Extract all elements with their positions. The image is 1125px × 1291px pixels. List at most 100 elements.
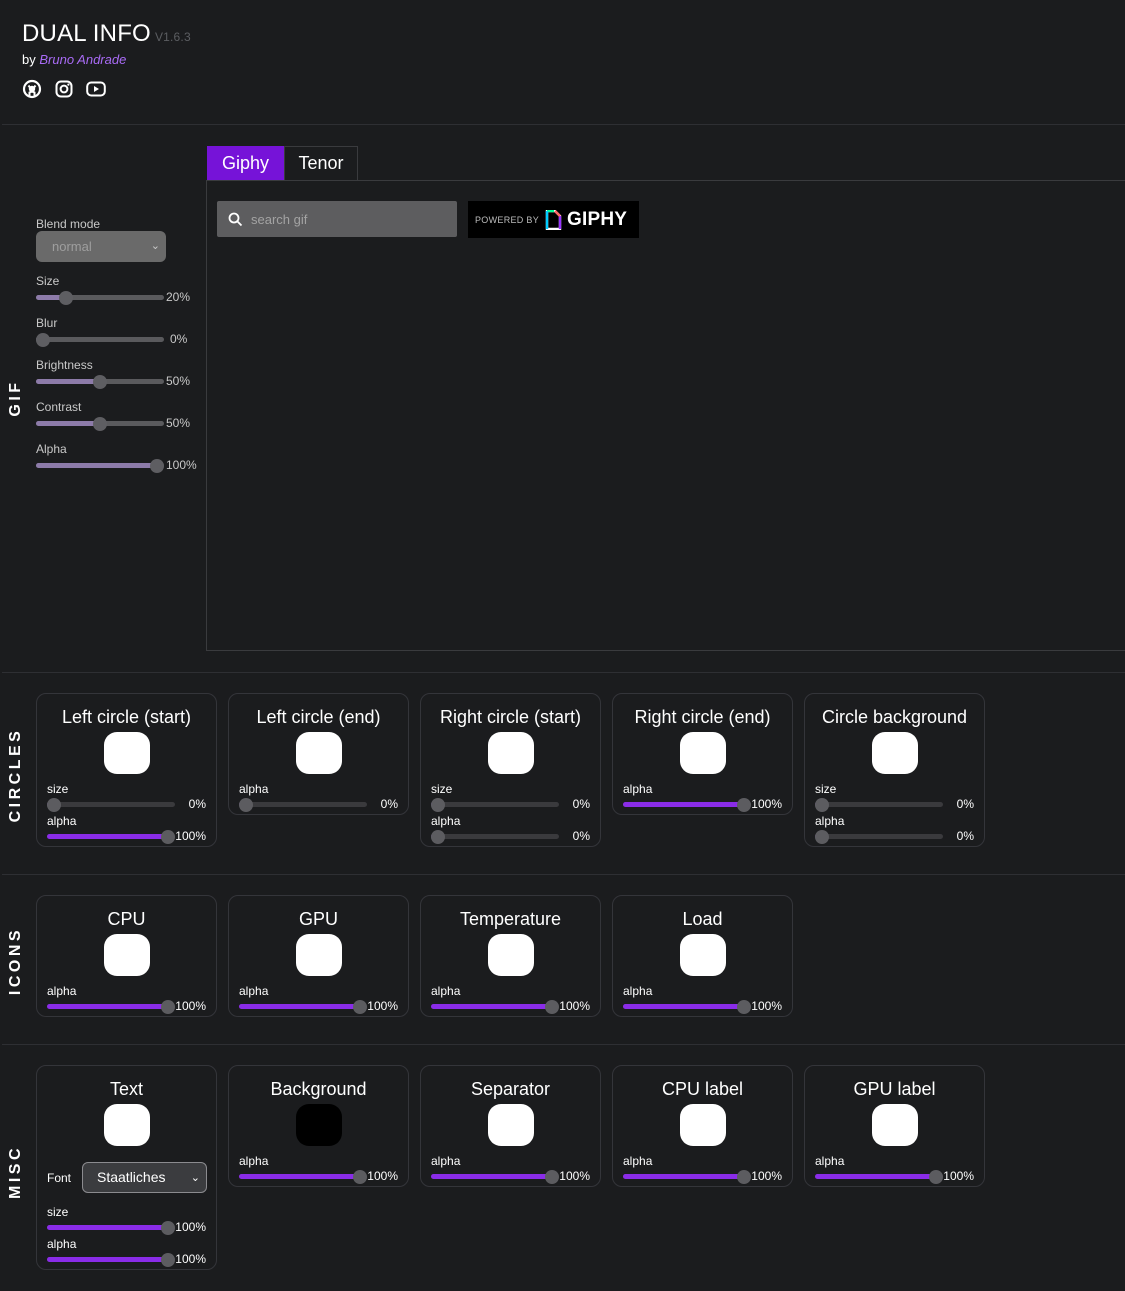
gif-alpha-slider[interactable]: [36, 459, 164, 473]
load-color-swatch[interactable]: [680, 934, 726, 976]
section-label-icons: ICONS: [7, 926, 24, 996]
cpu-label-alpha-slider[interactable]: [623, 1170, 751, 1184]
circle-background-color-swatch[interactable]: [872, 732, 918, 774]
slider-thumb[interactable]: [239, 798, 253, 812]
right-circle-end-alpha-slider[interactable]: [623, 798, 751, 812]
left-circle-start-size-label: size: [47, 782, 69, 796]
gif-brightness-slider[interactable]: [36, 375, 164, 389]
separator-title: Separator: [470, 1079, 551, 1099]
right-circle-start-size-slider[interactable]: [431, 798, 559, 812]
left-circle-start-alpha-slider[interactable]: [47, 830, 175, 844]
right-circle-end-color-swatch[interactable]: [680, 732, 726, 774]
right-circle-start-color-swatch[interactable]: [488, 732, 534, 774]
text-alpha-value: 100%: [175, 1252, 206, 1266]
gpu-label-card: GPU label alpha 100%: [804, 1065, 985, 1187]
right-circle-start-alpha-slider[interactable]: [431, 830, 559, 844]
text-size-slider[interactable]: [47, 1221, 175, 1235]
author-link[interactable]: Bruno Andrade: [39, 52, 126, 67]
slider-fill: [47, 1257, 168, 1262]
right-circle-start-alpha-label: alpha: [431, 814, 461, 828]
slider-thumb[interactable]: [161, 830, 175, 844]
cpu-label-color-swatch[interactable]: [680, 1104, 726, 1146]
slider-thumb[interactable]: [161, 1253, 175, 1267]
blend-mode-select[interactable]: normal ⌄: [36, 231, 166, 262]
slider-thumb[interactable]: [93, 417, 107, 431]
slider-fill: [623, 1174, 744, 1179]
font-select-value: Staatliches: [97, 1169, 166, 1185]
background-color-swatch[interactable]: [296, 1104, 342, 1146]
slider-thumb[interactable]: [58, 291, 73, 305]
text-size-label: size: [47, 1205, 69, 1219]
slider-thumb[interactable]: [815, 830, 829, 844]
slider-thumb[interactable]: [929, 1170, 943, 1184]
tab-tenor[interactable]: Tenor: [284, 146, 358, 180]
slider-thumb[interactable]: [545, 1170, 559, 1184]
cpu-alpha-slider[interactable]: [47, 1000, 175, 1014]
slider-thumb[interactable]: [545, 1000, 559, 1014]
slider-thumb[interactable]: [161, 1000, 175, 1014]
slider-thumb[interactable]: [93, 375, 107, 389]
gpu-alpha-slider[interactable]: [239, 1000, 367, 1014]
separator-alpha-slider[interactable]: [431, 1170, 559, 1184]
circle-background-alpha-slider[interactable]: [815, 830, 943, 844]
chevron-down-icon: ⌄: [150, 240, 160, 252]
slider-thumb[interactable]: [353, 1170, 367, 1184]
font-select[interactable]: Staatliches ⌄: [82, 1162, 207, 1193]
left-circle-end-alpha-slider[interactable]: [239, 798, 367, 812]
gif-size-label: Size: [36, 274, 60, 288]
temperature-alpha-value: 100%: [559, 999, 590, 1013]
gif-blur-label: Blur: [36, 316, 58, 330]
gif-blur-slider[interactable]: [36, 333, 164, 347]
temperature-title: Temperature: [459, 909, 562, 929]
background-alpha-slider[interactable]: [239, 1170, 367, 1184]
cpu-alpha-value: 100%: [175, 999, 206, 1013]
load-alpha-value: 100%: [751, 999, 782, 1013]
separator-color-swatch[interactable]: [488, 1104, 534, 1146]
background-title: Background: [270, 1079, 367, 1099]
gif-contrast-slider[interactable]: [36, 417, 164, 431]
gif-blur-value: 0%: [170, 332, 188, 346]
text-alpha-slider[interactable]: [47, 1253, 175, 1267]
youtube-icon[interactable]: [86, 79, 106, 99]
slider-fill: [47, 1004, 168, 1009]
search-icon: [228, 212, 243, 227]
gpu-label-color-swatch[interactable]: [872, 1104, 918, 1146]
slider-thumb[interactable]: [150, 459, 164, 473]
cpu-color-swatch[interactable]: [104, 934, 150, 976]
slider-thumb[interactable]: [737, 1000, 751, 1014]
github-icon[interactable]: [22, 79, 42, 99]
temperature-color-swatch[interactable]: [488, 934, 534, 976]
left-circle-start-color-swatch[interactable]: [104, 732, 150, 774]
slider-thumb[interactable]: [815, 798, 829, 812]
gpu-color-swatch[interactable]: [296, 934, 342, 976]
load-alpha-slider[interactable]: [623, 1000, 751, 1014]
right-circle-end-title: Right circle (end): [634, 707, 771, 727]
left-circle-end-color-swatch[interactable]: [296, 732, 342, 774]
slider-thumb[interactable]: [161, 1221, 175, 1235]
temperature-alpha-slider[interactable]: [431, 1000, 559, 1014]
powered-by-giphy-badge: POWERED BY GIPHY: [468, 201, 639, 238]
slider-thumb[interactable]: [431, 830, 445, 844]
gpu-label-alpha-slider[interactable]: [815, 1170, 943, 1184]
text-color-swatch[interactable]: [104, 1104, 150, 1146]
slider-thumb[interactable]: [353, 1000, 367, 1014]
gif-search-input[interactable]: search gif: [217, 201, 457, 237]
cpu-alpha-label: alpha: [47, 984, 77, 998]
slider-thumb[interactable]: [47, 798, 61, 812]
section-label-gif: GIF: [7, 379, 24, 417]
slider-thumb[interactable]: [737, 798, 751, 812]
section-label-misc: MISC: [7, 1145, 24, 1199]
slider-thumb[interactable]: [431, 798, 445, 812]
gif-brightness-value: 50%: [166, 374, 191, 388]
gif-size-slider[interactable]: [36, 291, 164, 305]
instagram-icon[interactable]: [54, 79, 74, 99]
slider-thumb[interactable]: [36, 333, 50, 347]
slider-fill: [431, 1004, 552, 1009]
slider-thumb[interactable]: [737, 1170, 751, 1184]
circle-background-size-slider[interactable]: [815, 798, 943, 812]
giphy-logo-icon: [545, 209, 562, 230]
background-alpha-label: alpha: [239, 1154, 269, 1168]
left-circle-start-size-slider[interactable]: [47, 798, 175, 812]
gpu-title: GPU: [298, 909, 338, 929]
tab-giphy[interactable]: Giphy: [207, 146, 284, 180]
